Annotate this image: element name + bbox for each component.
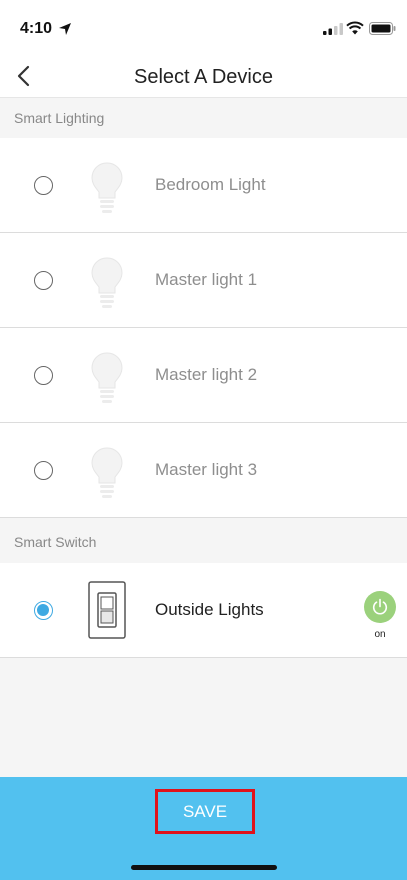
light-bulb-icon xyxy=(91,447,123,498)
footer-bar: SAVE xyxy=(0,777,407,880)
power-toggle-button[interactable] xyxy=(364,591,396,623)
device-label: Master light 3 xyxy=(155,460,258,479)
device-row-outside-lights[interactable]: Outside Lights on xyxy=(0,563,407,658)
device-radio[interactable] xyxy=(34,176,53,195)
device-radio[interactable] xyxy=(34,461,53,480)
light-switch-icon xyxy=(88,581,126,639)
device-label: Bedroom Light xyxy=(155,175,266,194)
device-label: Master light 2 xyxy=(155,365,258,384)
battery-icon xyxy=(369,22,396,35)
navigation-bar: Select A Device xyxy=(0,56,407,98)
page-title: Select A Device xyxy=(134,66,273,88)
device-label: Outside Lights xyxy=(155,600,264,619)
light-bulb-icon xyxy=(91,257,123,308)
status-bar: 4:10 xyxy=(0,0,407,56)
status-time: 4:10 xyxy=(20,20,53,37)
location-arrow-icon xyxy=(59,23,71,35)
power-state-label: on xyxy=(374,629,386,640)
light-bulb-icon xyxy=(91,162,123,213)
device-radio[interactable] xyxy=(34,271,53,290)
device-label: Master light 1 xyxy=(155,270,258,289)
section-header-smart-switch: Smart Switch xyxy=(0,522,407,562)
light-bulb-icon xyxy=(91,352,123,403)
device-radio[interactable] xyxy=(34,366,53,385)
device-row-master-light-1[interactable]: Master light 1 xyxy=(0,233,407,328)
section-header-smart-lighting: Smart Lighting xyxy=(0,98,407,138)
device-row-master-light-3[interactable]: Master light 3 xyxy=(0,423,407,518)
device-radio-selected[interactable] xyxy=(34,601,53,620)
device-row-bedroom-light[interactable]: Bedroom Light xyxy=(0,138,407,233)
save-button[interactable]: SAVE xyxy=(155,789,255,834)
wifi-icon xyxy=(346,21,364,35)
signal-bars-icon xyxy=(323,23,343,35)
power-icon xyxy=(372,598,388,615)
device-row-master-light-2[interactable]: Master light 2 xyxy=(0,328,407,423)
home-indicator xyxy=(131,865,277,870)
